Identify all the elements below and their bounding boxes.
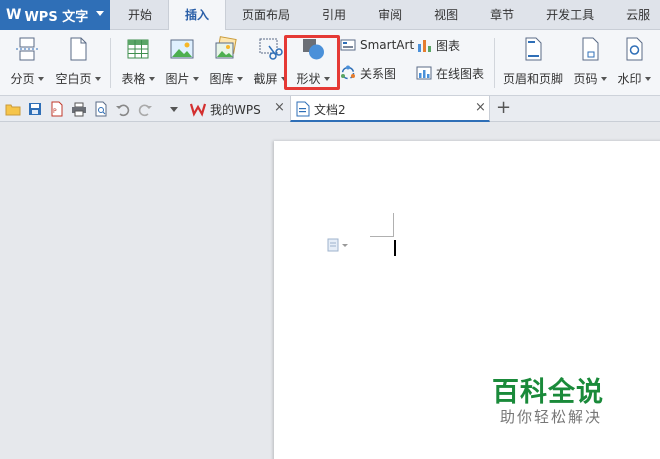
page-number-icon (577, 36, 603, 62)
tab-document2[interactable]: 文档2 × (290, 96, 490, 122)
document-page[interactable] (274, 141, 660, 459)
page-break-icon (14, 36, 40, 62)
tab-review[interactable]: 审阅 (362, 0, 418, 30)
tab-my-wps-label: 我的WPS (210, 103, 261, 117)
paragraph-layout-icon[interactable] (327, 238, 348, 252)
document-icon (296, 101, 310, 117)
blank-page-icon (65, 36, 91, 62)
brand-watermark-subtitle: 助你轻松解决 (500, 408, 603, 426)
ribbon-divider (110, 38, 111, 88)
online-chart-label: 在线图表 (436, 66, 485, 81)
app-menu-button[interactable]: W WPS 文字 (0, 0, 110, 30)
chevron-down-icon (37, 76, 44, 81)
picture-button[interactable]: 图片 (162, 34, 202, 92)
redo-icon[interactable] (137, 101, 153, 117)
ribbon-tabs: 开始 插入 页面布局 引用 审阅 视图 章节 开发工具 云服 (112, 0, 660, 31)
header-footer-label: 页眉和页脚 (502, 72, 563, 86)
tab-my-wps[interactable]: 我的WPS × (186, 96, 290, 122)
watermark-label: 水印 (617, 72, 642, 86)
chevron-down-icon (148, 76, 155, 81)
tab-page-layout[interactable]: 页面布局 (226, 0, 306, 30)
header-footer-button[interactable]: 页眉和页脚 (500, 34, 566, 92)
gallery-button[interactable]: 图库 (206, 34, 246, 92)
chevron-down-icon (94, 76, 101, 81)
wps-logo-icon (189, 101, 207, 117)
watermark-icon (621, 36, 647, 62)
table-icon (125, 36, 151, 62)
wps-logo-icon: W (6, 7, 21, 23)
tab-references[interactable]: 引用 (306, 0, 362, 30)
chevron-down-icon (96, 11, 104, 16)
ribbon-divider (494, 38, 495, 88)
export-pdf-icon[interactable]: P (49, 101, 65, 117)
chevron-down-icon (236, 76, 243, 81)
page-number-label: 页码 (573, 72, 598, 86)
close-icon[interactable]: × (274, 100, 285, 115)
page-break-button[interactable]: 分页 (8, 34, 46, 92)
scissors-icon (257, 36, 283, 62)
chart-label: 图表 (436, 38, 461, 53)
online-chart-button[interactable]: 在线图表 (416, 64, 484, 82)
print-icon[interactable] (71, 101, 87, 117)
shapes-highlight-box (284, 35, 340, 90)
relation-icon (340, 65, 356, 81)
watermark-button[interactable]: 水印 (614, 34, 654, 92)
tab-document2-label: 文档2 (314, 103, 346, 117)
relation-diagram-button[interactable]: 关系图 (340, 64, 396, 82)
svg-text:P: P (53, 108, 57, 115)
smartart-icon (340, 37, 356, 53)
table-button[interactable]: 表格 (118, 34, 158, 92)
bar-chart-icon (416, 37, 432, 53)
gallery-label: 图库 (209, 72, 234, 86)
tab-insert[interactable]: 插入 (168, 0, 227, 31)
page-number-button[interactable]: 页码 (570, 34, 610, 92)
close-icon[interactable]: × (475, 100, 486, 115)
chevron-down-icon (600, 76, 607, 81)
online-chart-icon (416, 65, 432, 81)
chart-button[interactable]: 图表 (416, 36, 460, 54)
undo-icon[interactable] (115, 101, 131, 117)
chevron-down-icon (644, 76, 651, 81)
menu-bar: W WPS 文字 开始 插入 页面布局 引用 审阅 视图 章节 开发工具 云服 (0, 0, 660, 31)
screenshot-label: 截屏 (253, 72, 278, 86)
brand-watermark-title: 百科全说 (492, 377, 604, 408)
app-title: WPS 文字 (24, 9, 89, 25)
gallery-icon (213, 36, 239, 62)
tab-developer[interactable]: 开发工具 (530, 0, 610, 30)
new-tab-icon[interactable]: + (496, 97, 511, 118)
picture-icon (169, 36, 195, 62)
tab-cloud[interactable]: 云服 (610, 0, 660, 30)
picture-label: 图片 (165, 72, 190, 86)
tab-chapter[interactable]: 章节 (474, 0, 530, 30)
relation-label: 关系图 (360, 66, 397, 81)
chevron-down-icon[interactable] (166, 101, 182, 117)
smartart-button[interactable]: SmartArt (340, 36, 414, 54)
margin-marker (370, 236, 394, 237)
open-folder-icon[interactable] (5, 101, 21, 117)
tab-view[interactable]: 视图 (418, 0, 474, 30)
page-break-label: 分页 (10, 72, 35, 86)
quick-access-bar: P 我的WPS × 文档2 × + (0, 96, 660, 122)
table-label: 表格 (121, 72, 146, 86)
smartart-label: SmartArt (360, 38, 415, 52)
text-cursor (394, 240, 396, 256)
chevron-down-icon (192, 76, 199, 81)
print-preview-icon[interactable] (93, 101, 109, 117)
blank-page-button[interactable]: 空白页 (52, 34, 104, 92)
header-footer-icon (520, 36, 546, 62)
margin-marker (393, 213, 394, 237)
tab-home[interactable]: 开始 (112, 0, 168, 30)
save-icon[interactable] (27, 101, 43, 117)
blank-page-label: 空白页 (55, 72, 92, 86)
